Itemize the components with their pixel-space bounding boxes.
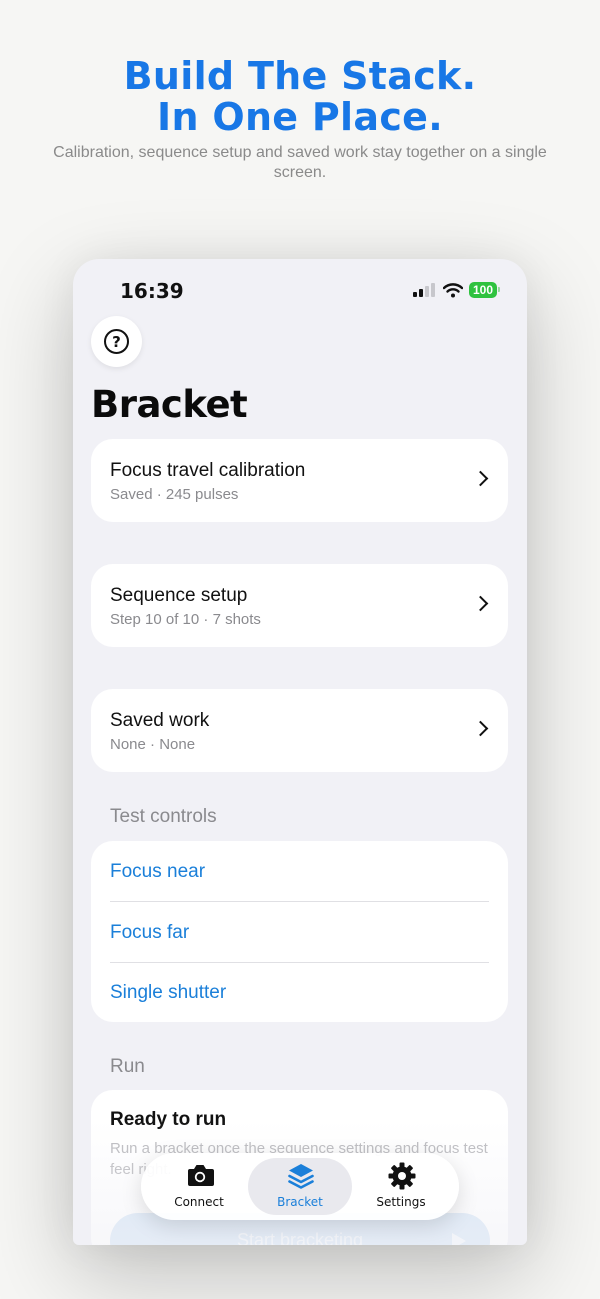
tab-label: Settings <box>376 1195 426 1209</box>
card-title: Focus travel calibration <box>110 460 306 481</box>
chevron-right-icon <box>472 595 489 612</box>
card-subtitle: None · None <box>110 736 196 753</box>
stack-icon <box>288 1164 314 1189</box>
phone-screen: 16:39 100 ? Bracket Focus travel calibra… <box>73 259 527 1245</box>
page: Build The Stack. In One Place. Calibrati… <box>0 0 600 1299</box>
divider <box>110 962 489 963</box>
hero-title-line-2: In One Place. <box>157 95 443 139</box>
focus-far-button[interactable]: Focus far <box>110 922 189 944</box>
focus-calibration-card[interactable]: Focus travel calibration Saved · 245 pul… <box>91 439 508 522</box>
chevron-right-icon <box>472 720 489 737</box>
card-title: Saved work <box>110 710 210 731</box>
tab-connect[interactable]: Connect <box>147 1158 251 1215</box>
focus-near-button[interactable]: Focus near <box>110 861 205 883</box>
start-bracketing-label: Start bracketing <box>236 1230 364 1245</box>
tab-settings[interactable]: Settings <box>349 1158 453 1215</box>
card-subtitle: Saved · 245 pulses <box>110 486 239 503</box>
sequence-setup-card[interactable]: Sequence setup Step 10 of 10 · 7 shots <box>91 564 508 647</box>
tab-label: Bracket <box>277 1195 323 1209</box>
run-header: Run <box>110 1056 145 1077</box>
test-controls-header: Test controls <box>110 806 217 827</box>
question-icon: ? <box>104 329 129 354</box>
single-shutter-button[interactable]: Single shutter <box>110 982 226 1004</box>
battery-indicator: 100 <box>468 282 501 298</box>
tab-label: Connect <box>174 1195 224 1209</box>
test-controls-card: Focus near Focus far Single shutter <box>91 841 508 1022</box>
hero-title: Build The Stack. In One Place. <box>0 56 600 138</box>
run-status-title: Ready to run <box>110 1109 227 1130</box>
help-button[interactable]: ? <box>91 316 142 367</box>
card-title: Sequence setup <box>110 585 248 606</box>
play-icon <box>452 1233 466 1245</box>
status-indicators: 100 <box>412 281 501 299</box>
chevron-right-icon <box>472 470 489 487</box>
card-subtitle: Step 10 of 10 · 7 shots <box>110 611 261 628</box>
camera-icon <box>188 1165 214 1186</box>
tab-bar: Connect Bracket Settings <box>141 1153 459 1220</box>
hero-subtitle: Calibration, sequence setup and saved wo… <box>53 144 547 181</box>
hero-title-line-1: Build The Stack. <box>123 54 477 98</box>
status-time: 16:39 <box>120 279 184 303</box>
gear-icon <box>388 1162 416 1190</box>
cellular-signal-icon <box>412 283 437 297</box>
saved-work-card[interactable]: Saved work None · None <box>91 689 508 772</box>
divider <box>110 901 489 902</box>
wifi-icon <box>442 282 463 297</box>
tab-bracket[interactable]: Bracket <box>248 1158 352 1215</box>
page-title: Bracket <box>91 383 248 426</box>
